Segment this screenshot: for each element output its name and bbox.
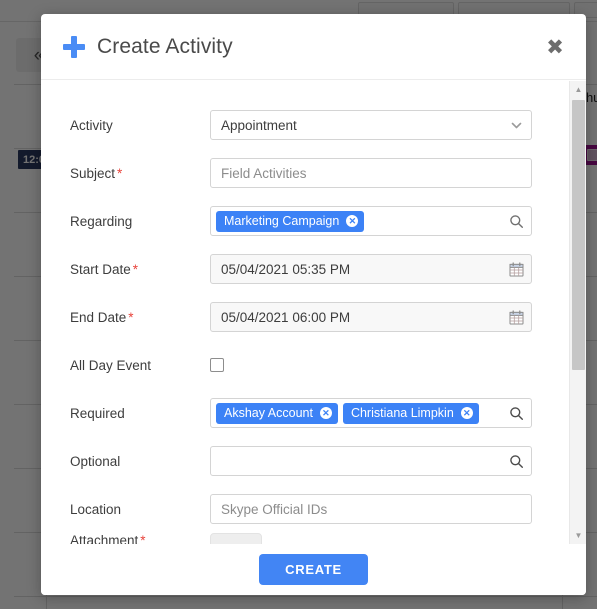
required-marker: * (117, 165, 123, 181)
subject-input[interactable]: Field Activities (210, 158, 532, 188)
chip-required-attendee[interactable]: Christiana Limpkin ✕ (342, 402, 479, 424)
form-row-subject: Subject * Field Activities (41, 149, 564, 197)
field-location: Skype Official IDs (210, 494, 532, 524)
form-row-attachment: Attachment * (41, 533, 564, 544)
label-regarding: Regarding (70, 213, 133, 229)
search-icon[interactable] (508, 453, 524, 469)
label-all-day-event: All Day Event (70, 357, 152, 373)
chip-regarding[interactable]: Marketing Campaign ✕ (216, 210, 365, 232)
form-row-activity: Activity Appointment (41, 101, 564, 149)
regarding-lookup[interactable]: Marketing Campaign ✕ (210, 206, 532, 236)
required-marker: * (140, 533, 146, 544)
field-subject: Field Activities (210, 158, 532, 188)
label-attachment: Attachment * (70, 533, 210, 544)
create-button[interactable]: CREATE (259, 554, 368, 585)
label-start-date: Start Date * (70, 262, 210, 277)
dialog-body: Activity Appointment Subject * Field Acti… (41, 81, 586, 544)
field-all-day-event (210, 358, 532, 372)
chip-remove-icon[interactable]: ✕ (346, 215, 359, 227)
search-icon[interactable] (508, 213, 524, 229)
calendar-icon[interactable] (508, 309, 524, 325)
required-marker: * (132, 261, 139, 277)
label-end-date: End Date * (70, 310, 210, 325)
field-optional-attendees (210, 446, 532, 476)
attachment-browse-button[interactable] (210, 533, 262, 544)
chip-required-attendee[interactable]: Akshay Account ✕ (216, 402, 338, 424)
plus-icon (63, 35, 85, 58)
label-required-attendees: Required (70, 405, 125, 421)
chip-remove-icon[interactable]: ✕ (460, 407, 473, 419)
form-row-optional-attendees: Optional (41, 437, 564, 485)
chip-label: Akshay Account (224, 406, 313, 420)
form-scrollbar[interactable]: ▲ ▼ (569, 81, 586, 544)
location-input[interactable]: Skype Official IDs (210, 494, 532, 524)
activity-select[interactable]: Appointment (210, 110, 532, 140)
field-activity: Appointment (210, 110, 532, 140)
dialog-title: Create Activity (97, 34, 233, 58)
chip-remove-icon[interactable]: ✕ (319, 407, 332, 419)
calendar-icon[interactable] (508, 261, 524, 277)
form-row-required-attendees: Required Akshay Account ✕ Christiana Lim… (41, 389, 564, 437)
label-start-date-text: Start Date (70, 261, 131, 277)
form-scroll-area: Activity Appointment Subject * Field Acti… (41, 81, 564, 544)
form-row-location: Location Skype Official IDs (41, 485, 564, 533)
label-optional-attendees: Optional (70, 453, 121, 469)
required-attendees-lookup[interactable]: Akshay Account ✕ Christiana Limpkin ✕ (210, 398, 532, 428)
form-row-start-date: Start Date * 05/04/2021 05:35 PM (41, 245, 564, 293)
scrollbar-thumb[interactable] (572, 100, 585, 370)
chip-label: Marketing Campaign (224, 214, 340, 228)
field-required-attendees: Akshay Account ✕ Christiana Limpkin ✕ (210, 398, 532, 428)
label-subject-text: Subject (70, 165, 116, 181)
chevron-down-icon[interactable] (508, 117, 524, 133)
label-subject: Subject * (70, 166, 210, 181)
scroll-down-icon[interactable]: ▼ (570, 527, 586, 544)
optional-attendees-input[interactable] (210, 446, 532, 476)
field-start-date: 05/04/2021 05:35 PM (210, 254, 532, 284)
label-activity: Activity (70, 117, 113, 133)
dialog-header: Create Activity ✖ (41, 14, 586, 80)
field-end-date: 05/04/2021 06:00 PM (210, 302, 532, 332)
close-icon[interactable]: ✖ (542, 34, 568, 60)
create-activity-dialog: Create Activity ✖ Activity Appointment S… (41, 14, 586, 595)
form-row-end-date: End Date * 05/04/2021 06:00 PM (41, 293, 564, 341)
scroll-up-icon[interactable]: ▲ (570, 81, 586, 98)
form-row-all-day-event: All Day Event (41, 341, 564, 389)
required-marker: * (128, 309, 134, 325)
label-location: Location (70, 501, 122, 517)
end-date-input[interactable]: 05/04/2021 06:00 PM (210, 302, 532, 332)
all-day-event-checkbox[interactable] (210, 358, 224, 372)
label-attachment-text: Attachment (70, 533, 139, 544)
search-icon[interactable] (508, 405, 524, 421)
start-date-input[interactable]: 05/04/2021 05:35 PM (210, 254, 532, 284)
chip-label: Christiana Limpkin (350, 406, 454, 420)
label-end-date-text: End Date (70, 309, 127, 325)
dialog-footer: CREATE (41, 544, 586, 595)
field-regarding: Marketing Campaign ✕ (210, 206, 532, 236)
form-row-regarding: Regarding Marketing Campaign ✕ (41, 197, 564, 245)
